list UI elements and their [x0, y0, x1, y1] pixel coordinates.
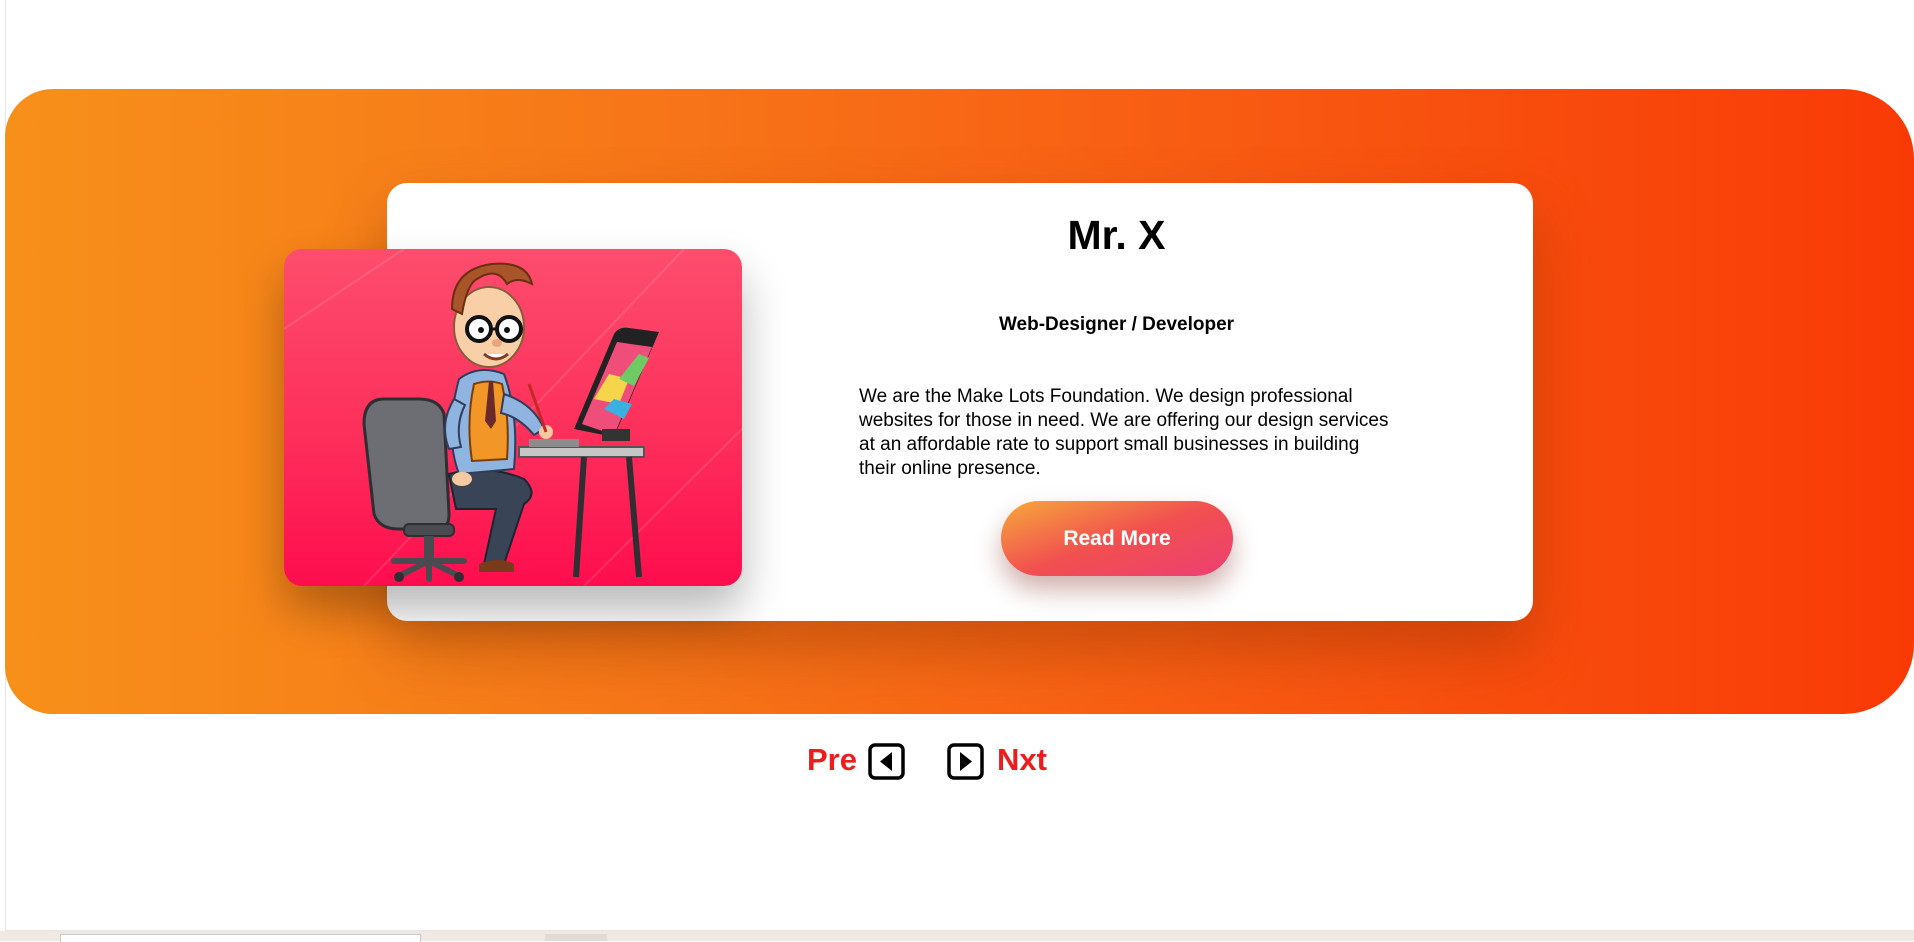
prev-button[interactable] — [868, 743, 905, 780]
taskbar-item[interactable] — [545, 934, 607, 941]
profile-name: Mr. X — [860, 212, 1373, 259]
caret-left-square-icon — [868, 743, 905, 780]
next-button[interactable] — [947, 743, 984, 780]
profile-illustration — [284, 249, 742, 586]
next-label[interactable]: Nxt — [997, 742, 1047, 778]
profile-name-text: Mr. X — [1067, 212, 1166, 258]
desk-shape — [518, 439, 645, 578]
profile-role: Web-Designer / Developer — [998, 314, 1235, 335]
caret-right-square-icon — [947, 743, 984, 780]
profile-description: We are the Make Lots Foundation. We desi… — [859, 386, 1389, 479]
designer-illustration-icon — [284, 249, 742, 586]
person-torso — [444, 369, 553, 486]
tablet-shape — [574, 327, 659, 441]
read-more-button[interactable]: Read More — [1001, 501, 1233, 576]
person-head — [450, 262, 534, 368]
prev-label[interactable]: Pre — [807, 742, 857, 778]
